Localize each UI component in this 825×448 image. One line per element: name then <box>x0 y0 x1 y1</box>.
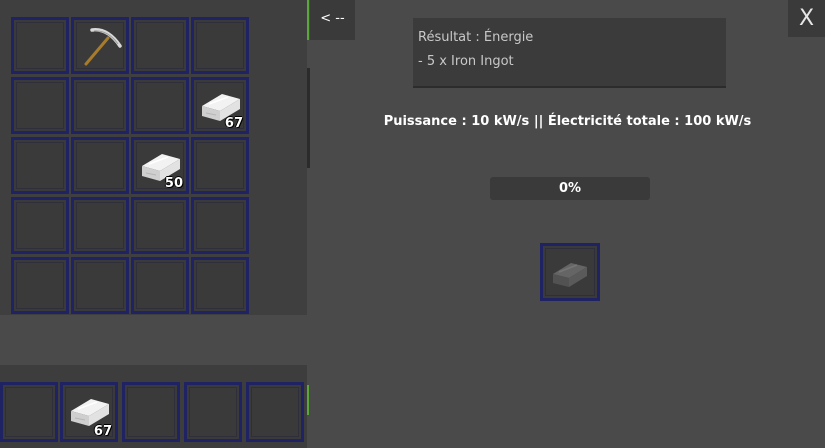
hotbar-slot[interactable] <box>0 382 58 442</box>
inventory-slot[interactable] <box>191 17 249 74</box>
inventory-slot[interactable] <box>11 77 69 134</box>
progress-label: 0% <box>558 181 582 196</box>
inventory-slot[interactable] <box>71 77 129 134</box>
iron-ingot-icon <box>553 263 587 287</box>
slot-inner <box>76 142 124 189</box>
result-title: Résultat : Énergie <box>418 30 534 45</box>
inventory-slot[interactable] <box>191 257 249 314</box>
output-slot[interactable] <box>540 243 600 301</box>
inventory-slot[interactable] <box>11 17 69 74</box>
slot-inner <box>196 22 244 69</box>
slot-inner <box>127 387 175 437</box>
inventory-slot[interactable] <box>71 257 129 314</box>
inventory-slot[interactable] <box>11 197 69 254</box>
slot-inner <box>196 202 244 249</box>
slot-inner <box>16 202 64 249</box>
slot-inner <box>16 262 64 309</box>
slot-inner <box>251 387 299 437</box>
slot-inner <box>136 202 184 249</box>
inventory-slot[interactable] <box>71 197 129 254</box>
inventory-slot[interactable] <box>131 257 189 314</box>
slot-inner <box>76 202 124 249</box>
item-count: 50 <box>164 176 183 191</box>
inventory-slot[interactable] <box>191 137 249 194</box>
pickaxe-icon <box>84 28 122 66</box>
slot-inner <box>76 262 124 309</box>
slot-inner <box>76 82 124 129</box>
inventory-slot[interactable] <box>71 17 129 74</box>
slot-inner <box>136 82 184 129</box>
slot-inner <box>196 142 244 189</box>
inventory-slot[interactable] <box>131 77 189 134</box>
slot-inner <box>16 82 64 129</box>
close-button[interactable]: X <box>788 0 825 37</box>
inventory-slot[interactable] <box>71 137 129 194</box>
inventory-slot[interactable] <box>131 197 189 254</box>
slot-inner <box>136 22 184 69</box>
back-button[interactable]: < -- <box>310 0 355 40</box>
slot-inner <box>189 387 237 437</box>
inventory-slot[interactable] <box>11 137 69 194</box>
hotbar-slot[interactable]: 67 <box>60 382 118 442</box>
inventory-slot[interactable] <box>131 17 189 74</box>
back-button-label: < -- <box>320 11 345 26</box>
slot-inner <box>136 262 184 309</box>
inventory-slot[interactable] <box>11 257 69 314</box>
item-count: 67 <box>224 116 243 131</box>
progress-bar: 0% <box>490 177 650 200</box>
inventory-slot[interactable]: 67 <box>191 77 249 134</box>
hotbar-slot[interactable] <box>184 382 242 442</box>
divider-accent <box>307 0 309 40</box>
slot-inner <box>5 387 53 437</box>
slot-inner <box>16 142 64 189</box>
slot-inner <box>196 262 244 309</box>
slot-inner <box>16 22 64 69</box>
hotbar-slot[interactable] <box>122 382 180 442</box>
divider-accent <box>307 385 309 415</box>
inventory-slot[interactable]: 50 <box>131 137 189 194</box>
result-box: Résultat : Énergie - 5 x Iron Ingot <box>413 18 726 88</box>
result-line: - 5 x Iron Ingot <box>418 54 514 69</box>
power-info: Puissance : 10 kW/s || Électricité total… <box>383 114 752 129</box>
inventory-gap <box>0 315 307 365</box>
close-button-label: X <box>798 6 815 31</box>
hotbar-slot[interactable] <box>246 382 304 442</box>
item-count: 67 <box>93 424 112 439</box>
inventory-slot[interactable] <box>191 197 249 254</box>
